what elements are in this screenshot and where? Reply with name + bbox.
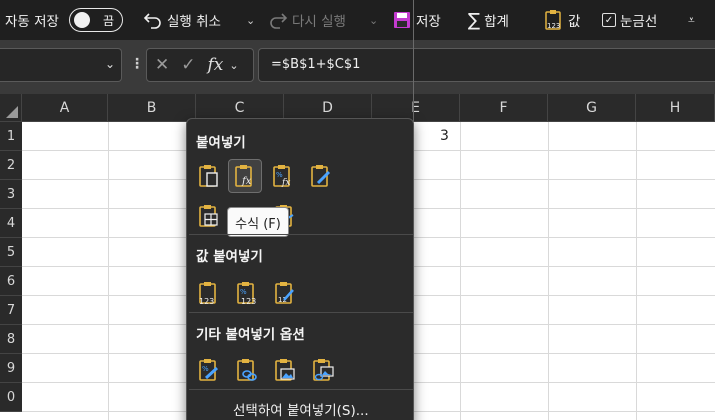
paste-linked-picture-button[interactable] bbox=[306, 353, 340, 387]
chevron-down-icon: ⌄ bbox=[369, 13, 379, 27]
row-headers: 1 2 3 4 5 6 7 8 9 0 bbox=[0, 122, 22, 412]
clipboard-123-brush-icon: 12 bbox=[275, 282, 294, 304]
svg-text:fx: fx bbox=[241, 176, 252, 187]
clipboard-brush-icon bbox=[311, 165, 331, 187]
paste-button[interactable] bbox=[192, 159, 226, 193]
chevron-down-icon: ⌄ bbox=[246, 13, 256, 27]
checkbox-checked-icon: ✓ bbox=[602, 13, 616, 27]
row-header[interactable]: 7 bbox=[0, 296, 22, 325]
more-options-icon[interactable]: ⋮ bbox=[130, 56, 144, 72]
undo-dropdown[interactable]: ⌄ bbox=[246, 0, 255, 40]
svg-text:%: % bbox=[202, 365, 209, 373]
row-header[interactable]: 4 bbox=[0, 209, 22, 238]
paste-values-number-format-button[interactable]: % 123 bbox=[230, 276, 264, 310]
paste-no-borders-button[interactable] bbox=[192, 199, 226, 233]
formula-bar-area: ⌄ ⋮ ✕ ✓ fx ⌄ =$B$1+$C$1 bbox=[0, 40, 715, 94]
formula-input[interactable]: =$B$1+$C$1 bbox=[258, 48, 715, 82]
svg-text:123: 123 bbox=[241, 297, 256, 306]
paste-section-title: 붙여넣기 bbox=[196, 135, 246, 151]
clipboard-formula-icon: fx bbox=[235, 165, 252, 187]
sigma-icon: ∑ bbox=[468, 9, 481, 31]
autosave-state: 끔 bbox=[102, 13, 114, 28]
paste-options-menu: 붙여넣기 fx % fx 수식 (F) 값 붙여넣기 123 % 123 12 기타… bbox=[186, 118, 414, 420]
paste-values-source-format-button[interactable]: 12 bbox=[268, 276, 302, 310]
customize-toolbar-button[interactable]: ⩡ bbox=[688, 0, 695, 40]
paste-values-section-title: 값 붙여넣기 bbox=[196, 249, 263, 265]
redo-button[interactable]: 다시 실행 bbox=[268, 0, 346, 40]
save-icon bbox=[394, 12, 410, 28]
paste-formulas-button[interactable]: fx bbox=[228, 159, 262, 193]
formula-controls: ✕ ✓ fx ⌄ bbox=[146, 48, 254, 82]
row-header[interactable]: 2 bbox=[0, 151, 22, 180]
clipboard-linked-picture-icon bbox=[313, 359, 334, 381]
gridlines-label: 눈금선 bbox=[620, 14, 658, 30]
switch-knob bbox=[73, 12, 90, 28]
row-header[interactable]: 9 bbox=[0, 354, 22, 383]
column-header[interactable]: A bbox=[22, 94, 108, 122]
paste-values-button[interactable]: 123 값 bbox=[544, 0, 580, 40]
row-header[interactable]: 6 bbox=[0, 267, 22, 296]
insert-function-icon[interactable]: fx bbox=[208, 55, 224, 75]
row-header[interactable]: 0 bbox=[0, 383, 22, 412]
undo-icon bbox=[143, 13, 161, 29]
menu-separator bbox=[189, 234, 413, 235]
overflow-chevron-icon: ⩡ bbox=[688, 12, 695, 27]
column-header[interactable]: F bbox=[460, 94, 548, 122]
autosum-button[interactable]: ∑ 합계 bbox=[468, 0, 509, 40]
clipboard-table-icon bbox=[199, 205, 218, 227]
row-header[interactable]: 5 bbox=[0, 238, 22, 267]
quick-access-toolbar: 자동 저장 끔 실행 취소 ⌄ 다시 실행 ⌄ 저장 ∑ 합계 123 값 ✓ … bbox=[0, 0, 715, 40]
name-box[interactable]: ⌄ bbox=[0, 48, 122, 82]
chevron-down-icon[interactable]: ⌄ bbox=[229, 59, 238, 72]
redo-icon bbox=[270, 13, 288, 29]
redo-dropdown[interactable]: ⌄ bbox=[369, 0, 378, 40]
column-header[interactable]: B bbox=[108, 94, 196, 122]
clipboard-123-icon: 123 bbox=[199, 282, 216, 306]
gridlines-checkbox[interactable]: ✓ 눈금선 bbox=[602, 0, 657, 40]
row-header[interactable]: 1 bbox=[0, 122, 22, 151]
save-button[interactable]: 저장 bbox=[392, 0, 441, 40]
value-label: 값 bbox=[568, 14, 581, 30]
paste-formulas-number-format-button[interactable]: % fx bbox=[266, 159, 300, 193]
svg-text:123: 123 bbox=[547, 22, 560, 30]
keep-source-formatting-button[interactable] bbox=[304, 159, 338, 193]
paste-link-button[interactable] bbox=[230, 353, 264, 387]
clipboard-link-icon bbox=[237, 359, 257, 381]
enter-check-icon[interactable]: ✓ bbox=[181, 55, 195, 75]
row-header[interactable]: 3 bbox=[0, 180, 22, 209]
svg-text:123: 123 bbox=[199, 297, 214, 306]
autosave-label: 자동 저장 bbox=[5, 14, 59, 30]
menu-separator bbox=[189, 312, 413, 313]
column-header[interactable]: H bbox=[636, 94, 715, 122]
undo-label: 실행 취소 bbox=[167, 14, 221, 30]
chevron-down-icon[interactable]: ⌄ bbox=[105, 57, 115, 71]
clipboard-percent-brush-icon: % bbox=[199, 359, 219, 381]
sum-label: 합계 bbox=[484, 14, 509, 30]
clipboard-formula-percent-icon: %fx bbox=[273, 165, 290, 188]
column-header[interactable]: G bbox=[548, 94, 636, 122]
paste-formatting-button[interactable]: % bbox=[192, 353, 226, 387]
formulas-tooltip: 수식 (F) bbox=[227, 207, 289, 237]
save-label: 저장 bbox=[416, 14, 441, 30]
cell-value[interactable]: 3 bbox=[440, 128, 449, 144]
svg-text:%: % bbox=[240, 288, 247, 296]
menu-separator bbox=[189, 389, 413, 390]
clipboard-values-icon: 123 bbox=[545, 10, 561, 30]
window-divider bbox=[413, 0, 414, 122]
redo-label: 다시 실행 bbox=[292, 14, 346, 30]
svg-text:fx: fx bbox=[281, 178, 290, 188]
paste-special-item[interactable]: 선택하여 붙여넣기(S)... bbox=[233, 399, 369, 419]
other-paste-section-title: 기타 붙여넣기 옵션 bbox=[196, 327, 305, 343]
undo-button[interactable]: 실행 취소 bbox=[143, 0, 221, 40]
select-all-corner[interactable] bbox=[0, 94, 22, 122]
row-header[interactable]: 8 bbox=[0, 325, 22, 354]
clipboard-paste-icon bbox=[199, 165, 218, 187]
clipboard-picture-icon bbox=[275, 359, 295, 381]
cancel-icon[interactable]: ✕ bbox=[155, 55, 169, 75]
paste-values-only-button[interactable]: 123 bbox=[192, 276, 226, 310]
paste-picture-button[interactable] bbox=[268, 353, 302, 387]
clipboard-123-percent-icon: %123 bbox=[237, 282, 256, 306]
autosave-toggle[interactable]: 자동 저장 끔 bbox=[5, 0, 123, 40]
autosave-switch[interactable]: 끔 bbox=[68, 8, 123, 32]
